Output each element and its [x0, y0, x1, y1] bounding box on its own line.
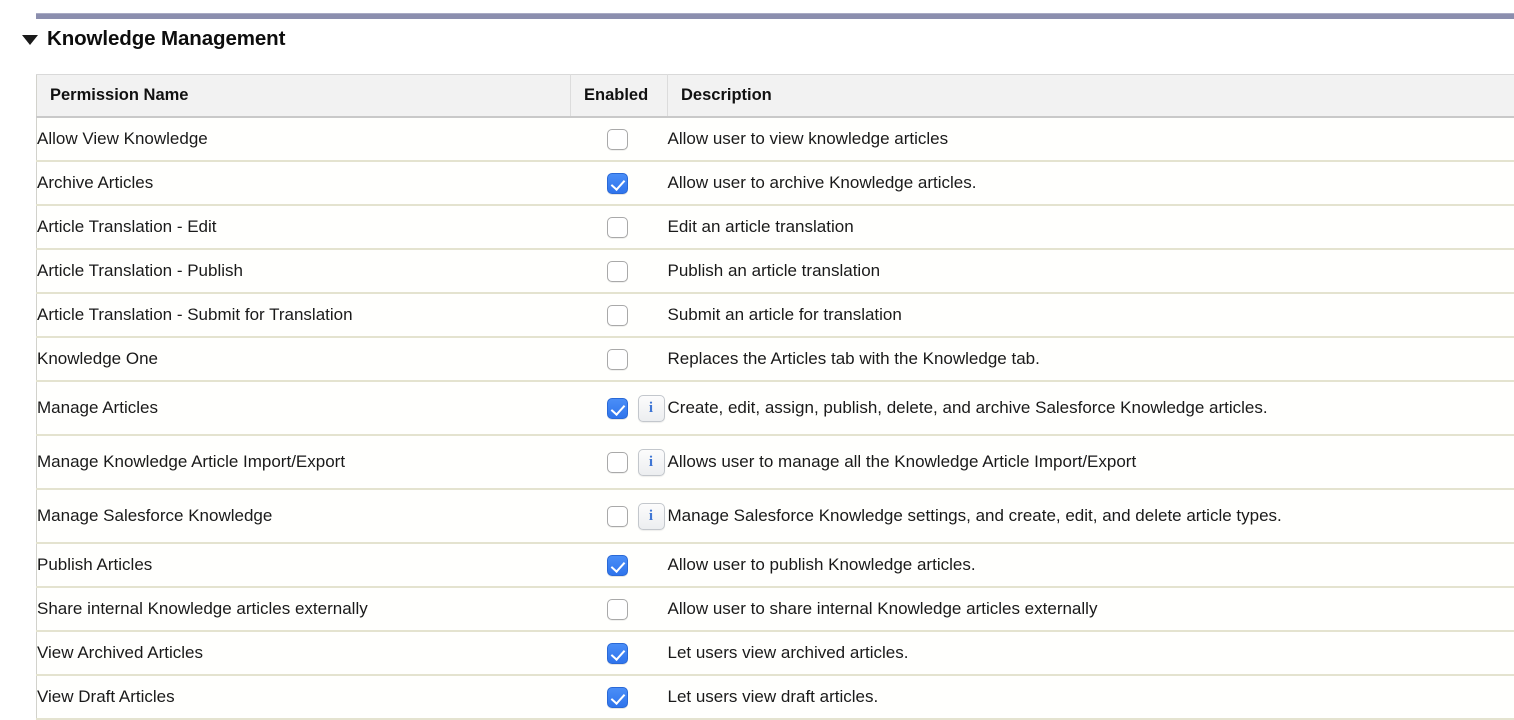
table-row: View Draft Articles Let users view draft … [37, 675, 1514, 719]
enabled-cell [571, 161, 668, 205]
column-header-description: Description [668, 75, 1514, 118]
enabled-cell [571, 205, 668, 249]
table-header-row: Permission Name Enabled Description [37, 75, 1514, 118]
permission-description-cell: Publish an article translation [668, 249, 1514, 293]
permission-enabled-checkbox[interactable] [607, 643, 628, 664]
enabled-controls: i [571, 395, 668, 422]
enabled-controls [571, 217, 668, 238]
enabled-controls: i [571, 503, 668, 530]
permission-enabled-checkbox[interactable] [607, 305, 628, 326]
enabled-controls [571, 261, 668, 282]
permission-description-cell: Let users view draft articles. [668, 675, 1514, 719]
permission-enabled-checkbox[interactable] [607, 349, 628, 370]
table-row: Archive Articles Allow user to archive Kn… [37, 161, 1514, 205]
permission-description-cell: Allow user to share internal Knowledge a… [668, 587, 1514, 631]
permission-description-cell: Let users view archived articles. [668, 631, 1514, 675]
permission-description-cell: Manage Salesforce Knowledge settings, an… [668, 489, 1514, 543]
permission-enabled-checkbox[interactable] [607, 687, 628, 708]
table-row: Allow View Knowledge Allow user to view k… [37, 117, 1514, 161]
enabled-controls [571, 599, 668, 620]
section-accent-rule [36, 13, 1514, 19]
enabled-controls [571, 173, 668, 194]
enabled-controls [571, 643, 668, 664]
enabled-cell: i [571, 435, 668, 489]
info-icon-glyph: i [649, 455, 653, 470]
enabled-cell: i [571, 489, 668, 543]
permissions-table: Permission Name Enabled Description Allo… [36, 74, 1514, 720]
table-header: Permission Name Enabled Description [37, 75, 1514, 118]
permission-enabled-checkbox[interactable] [607, 452, 628, 473]
permission-description-cell: Allow user to archive Knowledge articles… [668, 161, 1514, 205]
permission-description-cell: Replaces the Articles tab with the Knowl… [668, 337, 1514, 381]
info-icon[interactable]: i [638, 449, 665, 476]
permission-name-cell: Manage Salesforce Knowledge [37, 489, 571, 543]
info-icon[interactable]: i [638, 395, 665, 422]
table-row: Manage Salesforce Knowledge i Manage Sales… [37, 489, 1514, 543]
permission-description-cell: Allow user to view knowledge articles [668, 117, 1514, 161]
enabled-controls [571, 349, 668, 370]
permission-enabled-checkbox[interactable] [607, 398, 628, 419]
permission-enabled-checkbox[interactable] [607, 173, 628, 194]
permission-name-cell: Allow View Knowledge [37, 117, 571, 161]
enabled-controls: i [571, 449, 668, 476]
permission-description-cell: Allows user to manage all the Knowledge … [668, 435, 1514, 489]
permission-name-cell: Article Translation - Submit for Transla… [37, 293, 571, 337]
permission-name-cell: Article Translation - Publish [37, 249, 571, 293]
permission-description-cell: Allow user to publish Knowledge articles… [668, 543, 1514, 587]
permission-enabled-checkbox[interactable] [607, 506, 628, 527]
enabled-controls [571, 687, 668, 708]
info-icon-glyph: i [649, 401, 653, 416]
enabled-cell [571, 587, 668, 631]
enabled-controls [571, 305, 668, 326]
enabled-cell [571, 249, 668, 293]
permission-description-cell: Submit an article for translation [668, 293, 1514, 337]
permission-name-cell: Share internal Knowledge articles extern… [37, 587, 571, 631]
section-header[interactable]: Knowledge Management [22, 26, 285, 52]
permission-name-cell: Manage Articles [37, 381, 571, 435]
enabled-cell [571, 117, 668, 161]
info-icon-glyph: i [649, 509, 653, 524]
table-row: Share internal Knowledge articles extern… [37, 587, 1514, 631]
table-row: View Archived Articles Let users view arc… [37, 631, 1514, 675]
info-icon[interactable]: i [638, 503, 665, 530]
table-body: Allow View Knowledge Allow user to view k… [37, 117, 1514, 719]
permission-enabled-checkbox[interactable] [607, 129, 628, 150]
enabled-controls [571, 129, 668, 150]
permission-enabled-checkbox[interactable] [607, 599, 628, 620]
permission-description-cell: Create, edit, assign, publish, delete, a… [668, 381, 1514, 435]
enabled-cell: i [571, 381, 668, 435]
enabled-cell [571, 675, 668, 719]
column-header-enabled: Enabled [571, 75, 668, 118]
permission-name-cell: View Archived Articles [37, 631, 571, 675]
table-row: Manage Articles i Create, edit, assign, pu… [37, 381, 1514, 435]
enabled-controls [571, 555, 668, 576]
permission-description-cell: Edit an article translation [668, 205, 1514, 249]
permission-enabled-checkbox[interactable] [607, 555, 628, 576]
enabled-cell [571, 543, 668, 587]
permission-name-cell: Article Translation - Edit [37, 205, 571, 249]
table-row: Publish Articles Allow user to publish Kn… [37, 543, 1514, 587]
table-row: Article Translation - Edit Edit an articl… [37, 205, 1514, 249]
permission-enabled-checkbox[interactable] [607, 217, 628, 238]
permission-enabled-checkbox[interactable] [607, 261, 628, 282]
permission-name-cell: Archive Articles [37, 161, 571, 205]
permission-name-cell: View Draft Articles [37, 675, 571, 719]
table-row: Knowledge One Replaces the Articles tab w… [37, 337, 1514, 381]
enabled-cell [571, 337, 668, 381]
permission-name-cell: Manage Knowledge Article Import/Export [37, 435, 571, 489]
enabled-cell [571, 293, 668, 337]
permission-name-cell: Knowledge One [37, 337, 571, 381]
table-row: Manage Knowledge Article Import/Export iA… [37, 435, 1514, 489]
column-header-permission-name: Permission Name [37, 75, 571, 118]
table-row: Article Translation - Submit for Transla… [37, 293, 1514, 337]
page-title: Knowledge Management [47, 27, 285, 51]
permission-name-cell: Publish Articles [37, 543, 571, 587]
triangle-down-icon[interactable] [22, 35, 38, 45]
table-row: Article Translation - Publish Publish an … [37, 249, 1514, 293]
enabled-cell [571, 631, 668, 675]
